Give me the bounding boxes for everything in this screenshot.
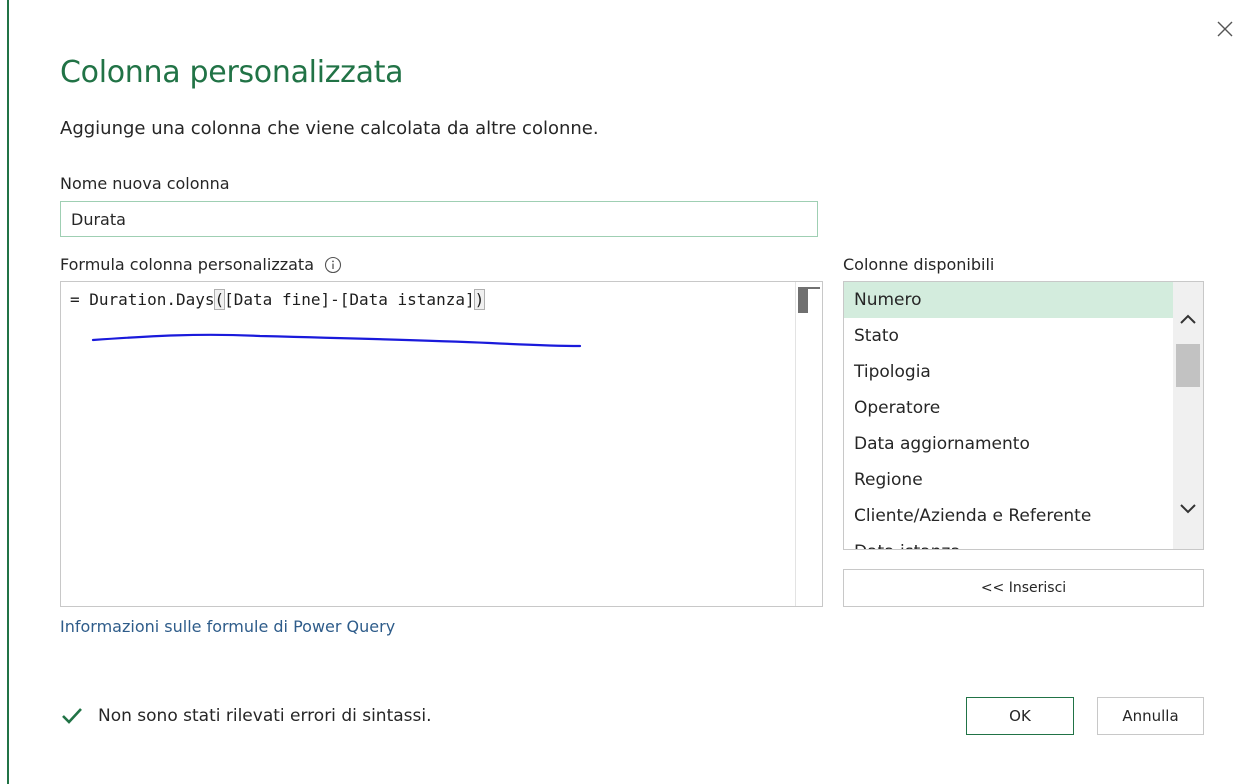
chevron-down-icon [1180,504,1196,514]
dialog-title: Colonna personalizzata [60,55,404,90]
formula-label-row: Formula colonna personalizzata [60,255,342,274]
chevron-up-icon [1180,314,1196,324]
list-item-data-aggiornamento[interactable]: Data aggiornamento [844,426,1173,462]
available-columns-scrollbar[interactable] [1173,282,1203,549]
list-item-stato[interactable]: Stato [844,318,1173,354]
formula-scrollbar-thumb[interactable] [798,287,808,313]
window-left-border [7,0,9,784]
info-icon[interactable] [324,256,342,274]
ok-button[interactable]: OK [966,697,1074,735]
new-column-name-input[interactable] [60,201,818,237]
list-item-operatore[interactable]: Operatore [844,390,1173,426]
syntax-status: Non sono stati rilevati errori di sintas… [60,706,432,726]
list-item-data-istanza[interactable]: Data istanza [844,534,1173,549]
available-columns-label: Colonne disponibili [843,255,995,274]
close-icon [1217,21,1233,37]
formula-open-paren: ( [213,289,226,310]
syntax-status-message: Non sono stati rilevati errori di sintas… [98,706,432,726]
scroll-down-button[interactable] [1173,494,1203,524]
available-columns-list[interactable]: Numero Stato Tipologia Operatore Data ag… [843,281,1204,550]
formula-close-paren: ) [473,289,486,310]
formula-body: [Data fine]-[Data istanza] [224,290,475,309]
list-item-tipologia[interactable]: Tipologia [844,354,1173,390]
list-item-cliente-azienda-referente[interactable]: Cliente/Azienda e Referente [844,498,1173,534]
list-item-numero[interactable]: Numero [844,282,1173,318]
power-query-formulas-link[interactable]: Informazioni sulle formule di Power Quer… [60,617,395,636]
formula-text[interactable]: = Duration.Days([Data fine]-[Data istanz… [70,289,486,310]
formula-scrollbar[interactable] [795,282,822,606]
close-button[interactable] [1210,14,1240,44]
new-column-name-label: Nome nuova colonna [60,174,230,193]
list-item-regione[interactable]: Regione [844,462,1173,498]
dialog-subtitle: Aggiunge una colonna che viene calcolata… [60,118,599,139]
handwritten-underline-annotation [91,333,582,348]
formula-function: = Duration.Days [70,290,215,309]
formula-label: Formula colonna personalizzata [60,255,314,274]
available-columns-scroll-thumb[interactable] [1176,344,1200,387]
available-columns-items: Numero Stato Tipologia Operatore Data ag… [844,282,1173,549]
scroll-up-button[interactable] [1173,304,1203,334]
insert-button[interactable]: << Inserisci [843,569,1204,607]
checkmark-icon [62,708,82,724]
cancel-button[interactable]: Annulla [1097,697,1204,735]
